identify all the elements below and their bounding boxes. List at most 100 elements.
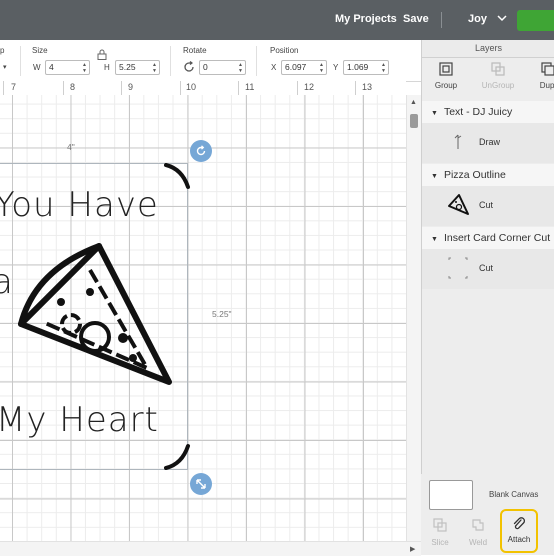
height-label: H xyxy=(104,63,110,72)
weld-icon xyxy=(461,518,495,534)
stepper-icon[interactable]: ▲ ▼ xyxy=(319,62,324,74)
ruler-label: 7 xyxy=(11,82,17,92)
group-icon xyxy=(424,62,468,76)
ruler-label: 12 xyxy=(304,82,315,92)
rotate-input[interactable]: 0 ▲ ▼ xyxy=(199,60,246,75)
ruler-label: 11 xyxy=(245,82,255,92)
pizza-slice-image[interactable] xyxy=(15,240,175,390)
slice-label: Slice xyxy=(431,538,449,547)
height-dimension-label: 5.25" xyxy=(212,309,232,319)
slice-button[interactable]: Slice xyxy=(423,518,457,547)
layer-group-pizza[interactable]: ▼ Pizza Outline xyxy=(422,164,554,186)
ruler-tick xyxy=(180,81,181,95)
vertical-scrollbar[interactable]: ▲ xyxy=(406,95,422,541)
x-value: 6.097 xyxy=(285,62,307,72)
caret-down-icon[interactable]: ▼ xyxy=(431,166,438,186)
width-input[interactable]: 4 ▲ ▼ xyxy=(45,60,90,75)
layer-row[interactable]: Draw xyxy=(422,123,554,163)
group-label: Group xyxy=(434,81,458,90)
ungroup-icon xyxy=(476,62,520,76)
width-value: 4 xyxy=(49,62,54,72)
stepper-icon[interactable]: ▲ ▼ xyxy=(381,62,386,74)
layer-name: Insert Card Corner Cut xyxy=(443,232,551,244)
group-button[interactable]: Group xyxy=(424,60,468,100)
truncated-label: p xyxy=(0,46,5,55)
scroll-thumb[interactable] xyxy=(410,114,418,128)
rotate-handle[interactable] xyxy=(190,140,212,162)
ruler-label: 13 xyxy=(362,82,373,92)
my-projects-link[interactable]: My Projects xyxy=(335,13,397,25)
x-position-input[interactable]: 6.097 ▲ ▼ xyxy=(281,60,327,75)
pizza-layer-thumbnail xyxy=(448,194,469,215)
corner-cut-mark xyxy=(164,444,190,470)
ruler-label: 9 xyxy=(128,82,134,92)
edit-toolbar: p ▾ Size W 4 ▲ ▼ H 5.25 ▲ ▼ Rotate 0 ▲ ▼ Posit… xyxy=(0,40,421,82)
ruler-label: 8 xyxy=(70,82,76,92)
stepper-icon[interactable]: ▲ ▼ xyxy=(82,62,87,74)
weld-label: Weld xyxy=(468,538,488,547)
chevron-down-icon[interactable]: ▾ xyxy=(3,63,7,71)
layer-name: Text - DJ Juicy xyxy=(443,106,513,118)
attach-button[interactable]: Attach xyxy=(500,509,538,553)
rotate-value: 0 xyxy=(203,62,208,72)
attach-label: Attach xyxy=(507,535,531,544)
blank-canvas-swatch[interactable] xyxy=(429,480,473,510)
user-menu[interactable]: Joy xyxy=(468,13,507,25)
width-label: W xyxy=(33,63,41,72)
layer-name: Pizza Outline xyxy=(443,169,506,181)
blank-canvas-label: Blank Canvas xyxy=(489,490,539,499)
resize-handle[interactable] xyxy=(190,473,212,495)
corner-cut-layer-thumbnail xyxy=(448,257,468,279)
duplicate-icon xyxy=(526,62,554,76)
layers-panel-title: Layers xyxy=(422,40,554,58)
layer-operation[interactable]: Cut xyxy=(479,200,493,210)
design-text-line[interactable]: You Have xyxy=(0,185,159,225)
width-dimension-label: 4" xyxy=(67,142,75,152)
rotate-label: Rotate xyxy=(183,46,207,55)
scroll-right-icon[interactable]: ▶ xyxy=(410,545,415,553)
resize-arrows-icon xyxy=(196,479,206,489)
y-value: 1.069 xyxy=(347,62,369,72)
position-label: Position xyxy=(270,46,299,55)
toolbar-divider xyxy=(20,46,21,76)
ruler-tick xyxy=(63,81,64,95)
layer-operation[interactable]: Cut xyxy=(479,263,493,273)
y-label: Y xyxy=(333,63,339,72)
ruler-label: 10 xyxy=(186,82,197,92)
horizontal-scrollbar[interactable]: ▶ xyxy=(0,541,421,556)
layer-operation[interactable]: Draw xyxy=(479,137,500,147)
ruler-tick xyxy=(297,81,298,95)
layer-group-text[interactable]: ▼ Text - DJ Juicy xyxy=(422,101,554,123)
rotate-icon xyxy=(196,145,206,156)
ruler-tick xyxy=(3,81,4,95)
size-label: Size xyxy=(32,46,48,55)
height-value: 5.25 xyxy=(119,62,136,72)
weld-button[interactable]: Weld xyxy=(461,518,495,547)
save-button[interactable]: Save xyxy=(403,13,429,25)
ruler-tick xyxy=(238,81,239,95)
slice-icon xyxy=(423,518,457,534)
duplicate-button[interactable]: Dupl xyxy=(526,60,554,100)
layer-group-corner-cut[interactable]: ▼ Insert Card Corner Cut xyxy=(422,227,554,249)
design-text-line[interactable]: My Heart xyxy=(0,400,159,440)
caret-down-icon[interactable]: ▼ xyxy=(431,229,438,249)
layers-bottom-tools: Blank Canvas Slice Weld Attach xyxy=(421,474,554,555)
layer-row[interactable]: Cut xyxy=(422,249,554,289)
y-position-input[interactable]: 1.069 ▲ ▼ xyxy=(343,60,389,75)
toolbar-divider xyxy=(170,46,171,76)
stepper-icon[interactable]: ▲ ▼ xyxy=(238,62,243,74)
paperclip-icon xyxy=(502,517,536,533)
scroll-up-icon[interactable]: ▲ xyxy=(410,99,417,106)
x-label: X xyxy=(271,63,277,72)
caret-down-icon[interactable]: ▼ xyxy=(431,103,438,123)
height-input[interactable]: 5.25 ▲ ▼ xyxy=(115,60,160,75)
make-it-button[interactable] xyxy=(517,10,554,31)
ungroup-button[interactable]: UnGroup xyxy=(476,60,520,100)
chevron-down-icon xyxy=(494,13,507,25)
layer-row[interactable]: Cut xyxy=(422,186,554,226)
topbar-divider xyxy=(441,12,442,28)
text-layer-thumbnail xyxy=(454,134,462,149)
stepper-icon[interactable]: ▲ ▼ xyxy=(152,62,157,74)
corner-cut-mark xyxy=(164,163,190,189)
design-text-line[interactable]: a xyxy=(0,262,14,302)
